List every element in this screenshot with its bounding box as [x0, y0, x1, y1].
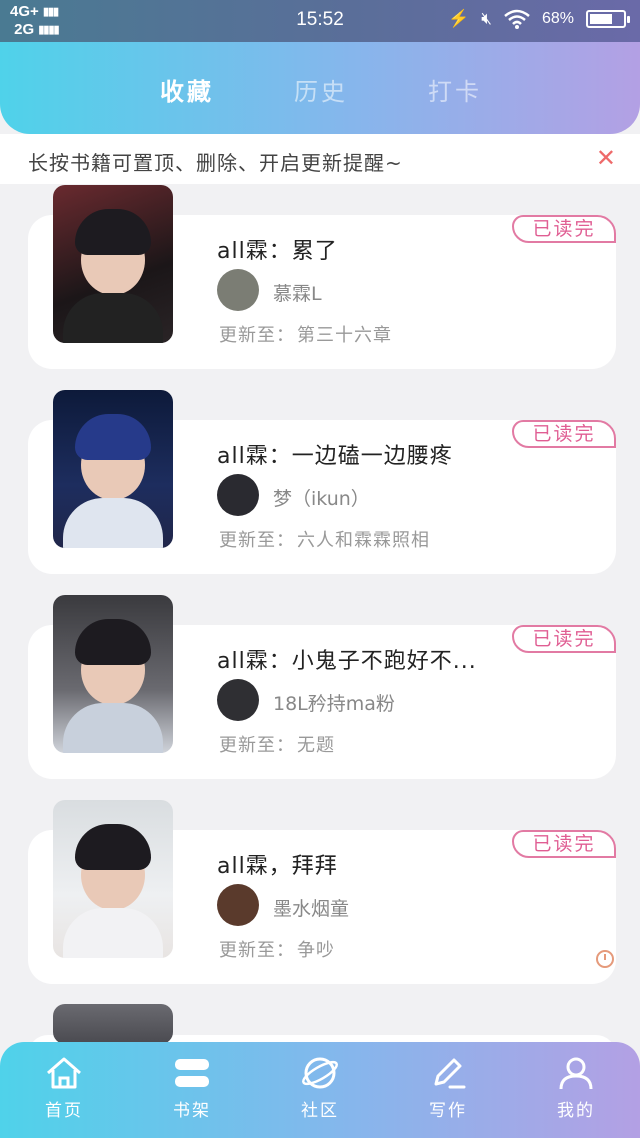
author-avatar — [217, 269, 259, 311]
book-title: all霖：小鬼子不跑好不... — [217, 649, 477, 674]
battery-percent: 68% — [541, 10, 574, 27]
user-icon — [559, 1057, 593, 1090]
nav-profile[interactable]: 我的 — [536, 1056, 616, 1121]
tab-history[interactable]: 历史 — [294, 72, 348, 107]
book-title: all霖：累了 — [217, 239, 338, 264]
mute-icon: 🔇︎ — [481, 9, 492, 28]
read-complete-badge: 已读完 — [512, 215, 616, 243]
pen-icon — [434, 1058, 466, 1089]
book-title: all霖：一边磕一边腰疼 — [217, 444, 453, 469]
book-cover[interactable] — [53, 800, 173, 958]
author-avatar — [217, 679, 259, 721]
author-name: 慕霖L — [273, 283, 322, 305]
nav-community[interactable]: 社区 — [280, 1056, 360, 1121]
author-avatar — [217, 884, 259, 926]
update-info: 更新至： 无题 — [219, 731, 335, 757]
book-title: all霖，拜拜 — [217, 854, 338, 879]
nav-label: 我的 — [557, 1101, 595, 1121]
update-info: 更新至： 第三十六章 — [219, 321, 392, 347]
battery-icon — [586, 10, 630, 28]
nav-write[interactable]: 写作 — [408, 1056, 488, 1121]
read-complete-badge: 已读完 — [512, 625, 616, 653]
book-cover[interactable] — [53, 185, 173, 343]
close-icon[interactable]: ✕ — [596, 144, 616, 172]
update-info: 更新至： 争吵 — [219, 936, 335, 962]
author-name: 梦（ikun） — [273, 488, 370, 510]
header: 收藏 历史 打卡 — [0, 42, 640, 134]
nav-label: 社区 — [301, 1101, 339, 1121]
nav-home[interactable]: 首页 — [24, 1056, 104, 1121]
tab-favorites[interactable]: 收藏 — [160, 72, 214, 107]
nav-bookshelf[interactable]: 书架 — [152, 1056, 232, 1121]
planet-icon — [302, 1057, 338, 1089]
update-chapter: 争吵 — [297, 940, 335, 961]
author-name: 墨水烟童 — [273, 898, 350, 920]
wifi-icon — [504, 9, 530, 29]
book-cover[interactable] — [53, 390, 173, 548]
hint-bar: 长按书籍可置顶、删除、开启更新提醒~ ✕ — [0, 134, 640, 184]
update-label: 更新至： — [219, 325, 295, 346]
book-cover[interactable] — [53, 1004, 173, 1044]
update-chapter: 六人和霖霖照相 — [297, 530, 430, 551]
update-chapter: 第三十六章 — [297, 325, 392, 346]
author-name: 18L矜持ma粉 — [273, 693, 395, 715]
book-cover[interactable] — [53, 595, 173, 753]
nav-label: 写作 — [429, 1101, 467, 1121]
status-bar: 4G+ ▮▮▮ 2G ▮▮▮▮ 15:52 ⚡ 🔇︎ 68% — [0, 0, 640, 42]
alarm-icon[interactable] — [596, 950, 614, 968]
author-avatar — [217, 474, 259, 516]
home-icon — [47, 1057, 81, 1089]
charging-icon: ⚡ — [448, 9, 470, 28]
update-chapter: 无题 — [297, 735, 335, 756]
read-complete-badge: 已读完 — [512, 830, 616, 858]
update-label: 更新至： — [219, 735, 295, 756]
read-complete-badge: 已读完 — [512, 420, 616, 448]
update-label: 更新至： — [219, 940, 295, 961]
update-info: 更新至： 六人和霖霖照相 — [219, 526, 430, 552]
bottom-nav: 首页 书架 社区 写作 我的 — [0, 1042, 640, 1138]
nav-label: 首页 — [45, 1101, 83, 1121]
update-label: 更新至： — [219, 530, 295, 551]
hint-text: 长按书籍可置顶、删除、开启更新提醒~ — [28, 151, 403, 175]
tab-checkin[interactable]: 打卡 — [428, 72, 482, 107]
nav-label: 书架 — [173, 1101, 211, 1121]
bookshelf-icon — [175, 1059, 209, 1087]
